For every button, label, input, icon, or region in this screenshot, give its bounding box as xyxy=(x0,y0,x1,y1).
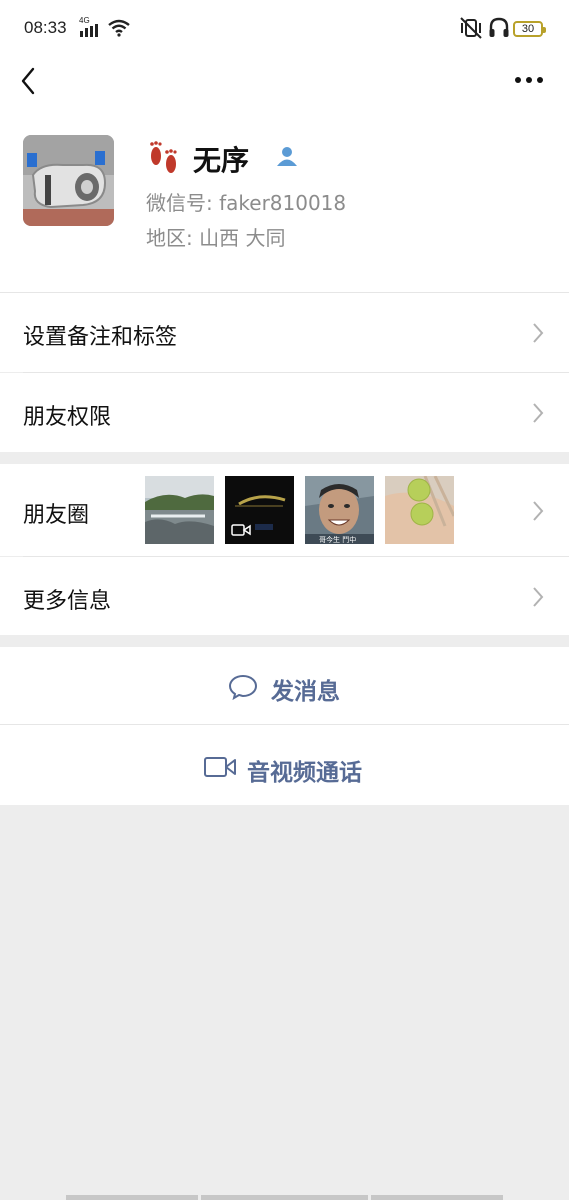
status-time: 08:33 xyxy=(24,18,67,37)
region: 地区: 山西 大同 xyxy=(146,226,286,250)
home-indicator xyxy=(201,1195,368,1200)
chat-bubble-icon xyxy=(228,674,258,700)
avatar[interactable] xyxy=(23,135,114,226)
chevron-right-icon xyxy=(533,323,544,343)
more-dots-icon[interactable] xyxy=(514,76,544,84)
thumbnail-caption: 哥今生 鬥中 xyxy=(319,536,357,544)
row-more-info-label: 更多信息 xyxy=(23,589,112,614)
moments-thumbnail xyxy=(385,476,454,544)
profile-header: 无序 微信号: faker810018 地区: 山西 大同 xyxy=(0,104,569,292)
moments-thumbnail-video xyxy=(225,476,294,544)
row-remark-tags-label: 设置备注和标签 xyxy=(23,325,178,350)
chevron-right-icon xyxy=(533,403,544,423)
moments-thumbnail xyxy=(145,476,214,544)
row-moments-label: 朋友圈 xyxy=(23,503,90,528)
status-bar: 08:33 4G 30 xyxy=(0,0,569,58)
chevron-right-icon xyxy=(533,501,544,521)
row-friend-permissions-label: 朋友权限 xyxy=(23,405,112,430)
row-friend-permissions[interactable]: 朋友权限 xyxy=(0,373,569,452)
headset-icon xyxy=(489,17,509,37)
home-indicator xyxy=(66,1195,198,1200)
row-moments[interactable]: 朋友圈 哥今生 鬥中 xyxy=(0,464,569,556)
video-call-button[interactable]: 音视频通话 xyxy=(0,725,569,805)
row-remark-tags[interactable]: 设置备注和标签 xyxy=(0,293,569,372)
video-camera-icon xyxy=(231,524,251,536)
video-call-label: 音视频通话 xyxy=(247,760,362,786)
moments-thumbnail: 哥今生 鬥中 xyxy=(305,476,374,544)
chevron-right-icon xyxy=(533,587,544,607)
top-bar xyxy=(0,58,569,104)
wifi-icon xyxy=(108,19,130,37)
contact-profile-page: 08:33 4G 30 无序 微信号: faker810018 地区: 山西 大… xyxy=(0,0,569,1200)
home-indicator xyxy=(371,1195,503,1200)
back-arrow-icon[interactable] xyxy=(18,66,40,96)
battery-icon: 30 xyxy=(513,21,546,37)
row-more-info[interactable]: 更多信息 xyxy=(0,557,569,635)
video-camera-icon xyxy=(204,757,236,777)
vibrate-mute-icon xyxy=(460,17,482,39)
send-message-label: 发消息 xyxy=(271,679,340,705)
signal-icon xyxy=(80,24,98,37)
wechat-id: 微信号: faker810018 xyxy=(146,191,347,215)
send-message-button[interactable]: 发消息 xyxy=(0,647,569,724)
footprints-icon xyxy=(150,141,177,173)
contact-person-icon xyxy=(277,147,297,166)
nickname: 无序 xyxy=(193,144,250,177)
